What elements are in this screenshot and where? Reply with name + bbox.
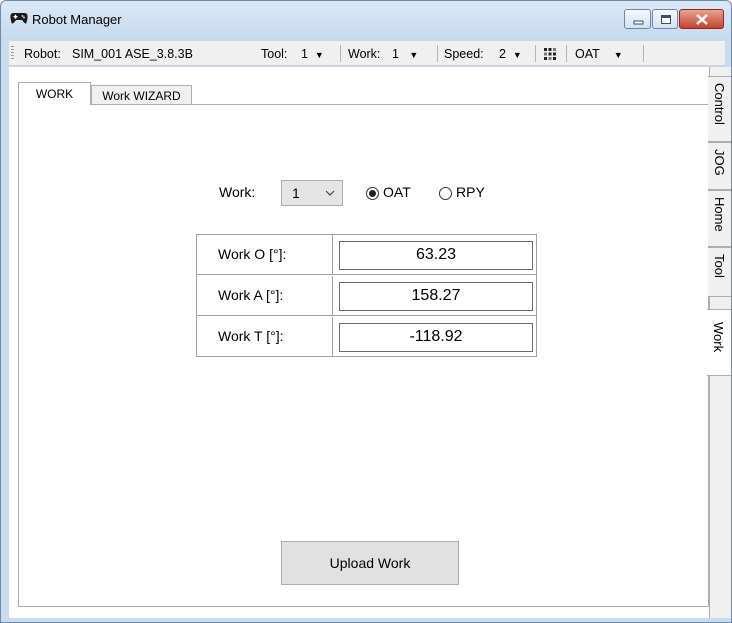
tab-work-wizard-label: Work WIZARD: [102, 89, 181, 103]
tab-work[interactable]: WORK: [18, 82, 91, 105]
toolbar-grip[interactable]: [11, 46, 14, 61]
speed-label: Speed:: [444, 47, 484, 61]
title-bar[interactable]: Robot Manager: [1, 1, 731, 41]
speed-value: 2: [499, 47, 506, 61]
separator: [566, 45, 567, 62]
tab-work-wizard[interactable]: Work WIZARD: [91, 85, 192, 105]
robot-label: Robot:: [24, 47, 61, 61]
chevron-down-icon: ▼: [409, 50, 419, 60]
table-row: Work A [°]: 158.27: [197, 276, 536, 316]
work-o-label: Work O [°]:: [197, 235, 333, 274]
chevron-down-icon: ▼: [314, 50, 324, 60]
toolbar: Robot: SIM_001 ASE_3.8.3B Tool: 1 ▼ Work…: [9, 41, 725, 66]
work-select[interactable]: 1: [281, 180, 343, 206]
work-t-label: Work T [°]:: [197, 317, 333, 357]
work-values-table: Work O [°]: 63.23 Work A [°]: 158.27 Wor…: [196, 234, 537, 357]
side-tab-jog[interactable]: JOG: [708, 142, 731, 190]
radio-dot: [369, 190, 376, 197]
mode-value: OAT: [575, 47, 600, 61]
separator: [643, 45, 644, 62]
robot-manager-window: Robot Manager Robot: SIM_001 ASE_3.8.3B …: [0, 0, 732, 623]
work-t-field[interactable]: -118.92: [339, 323, 533, 352]
tool-value: 1: [301, 47, 308, 61]
work-a-field[interactable]: 158.27: [339, 282, 533, 311]
chevron-down-icon: ▼: [613, 50, 623, 60]
separator: [340, 45, 341, 62]
separator: [535, 45, 536, 62]
separator: [437, 45, 438, 62]
minimize-icon: [633, 20, 644, 25]
mode-dropdown[interactable]: OAT ▼: [575, 47, 623, 61]
client-area: WORK Work WIZARD Work: 1 OAT RPY Work O …: [9, 67, 731, 618]
work-select-value: 1: [292, 185, 300, 201]
side-tab-jog-label: JOG: [712, 149, 727, 176]
oat-radio-label[interactable]: OAT: [383, 184, 411, 200]
maximize-icon: [661, 15, 671, 24]
coordinate-grid-icon[interactable]: [543, 47, 557, 61]
side-tab-tool-label: Tool: [712, 254, 727, 278]
tab-work-label: WORK: [35, 87, 74, 101]
work-tab-page: Work: 1 OAT RPY Work O [°]: 63.23 Work A…: [18, 104, 709, 607]
close-icon: [696, 14, 708, 25]
side-tab-control-label: Control: [712, 83, 727, 125]
work-value: 1: [392, 47, 399, 61]
close-button[interactable]: [679, 9, 724, 29]
table-row: Work T [°]: -118.92: [197, 317, 536, 357]
rpy-radio[interactable]: [439, 187, 452, 200]
chevron-down-icon: [325, 190, 335, 196]
table-row: Work O [°]: 63.23: [197, 235, 536, 275]
minimize-button[interactable]: [624, 9, 651, 29]
window-title: Robot Manager: [32, 12, 122, 27]
side-tab-home-label: Home: [712, 197, 727, 232]
upload-work-button[interactable]: Upload Work: [281, 541, 459, 585]
maximize-button[interactable]: [652, 9, 678, 29]
side-tab-tool[interactable]: Tool: [708, 247, 731, 297]
work-a-label: Work A [°]:: [197, 276, 333, 315]
side-tab-control[interactable]: Control: [708, 76, 731, 142]
chevron-down-icon: ▼: [512, 50, 522, 60]
tool-label: Tool:: [261, 47, 288, 61]
oat-radio[interactable]: [366, 187, 379, 200]
work-select-label: Work:: [219, 184, 256, 200]
tool-dropdown[interactable]: 1 ▼: [301, 47, 324, 61]
speed-dropdown[interactable]: 2 ▼: [499, 47, 522, 61]
work-label: Work:: [348, 47, 381, 61]
rpy-radio-label[interactable]: RPY: [456, 184, 485, 200]
work-dropdown[interactable]: 1 ▼: [392, 47, 418, 61]
side-tab-home[interactable]: Home: [708, 190, 731, 247]
side-tab-work[interactable]: Work: [707, 309, 731, 376]
work-o-field[interactable]: 63.23: [339, 241, 533, 270]
side-tab-work-label: Work: [711, 322, 726, 353]
gamepad-icon: [10, 13, 28, 24]
robot-value: SIM_001 ASE_3.8.3B: [72, 47, 193, 61]
